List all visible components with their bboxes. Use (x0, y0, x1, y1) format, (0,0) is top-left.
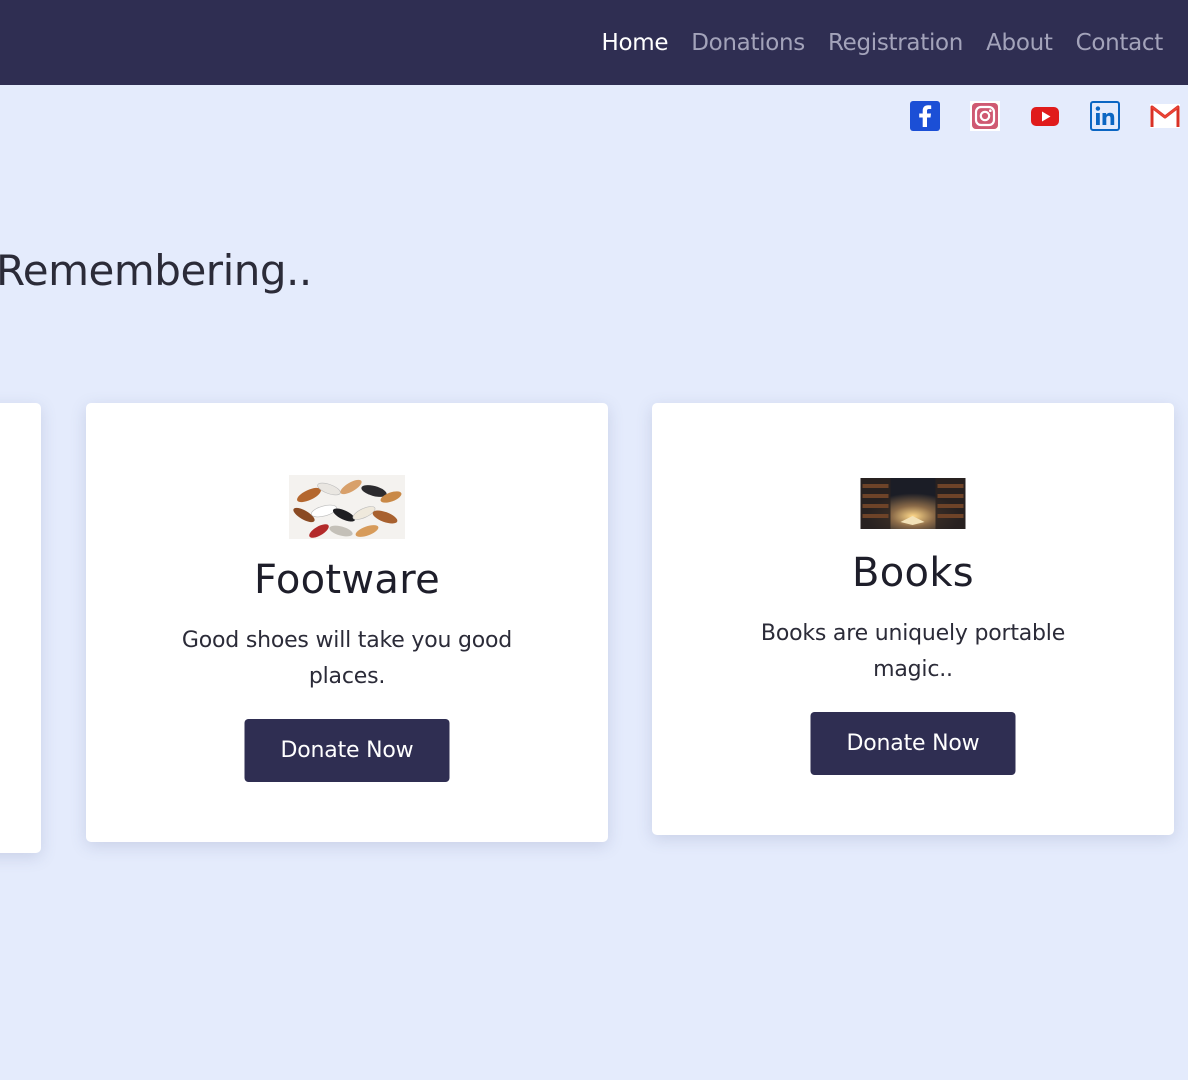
gmail-icon[interactable] (1150, 101, 1180, 131)
top-navbar: Home Donations Registration About Contac… (0, 0, 1188, 85)
books-card: Books Books are uniquely portable magic.… (652, 403, 1174, 835)
nav-about-link[interactable]: About (986, 30, 1053, 56)
nav-links: Home Donations Registration About Contac… (601, 0, 1163, 85)
card-title: Books (852, 550, 974, 596)
linkedin-icon[interactable] (1090, 101, 1120, 131)
nav-home-link[interactable]: Home (601, 30, 668, 56)
page-heading: Remembering.. (0, 246, 312, 295)
footwear-card: Footware Good shoes will take you good p… (86, 403, 608, 842)
nav-donations-link[interactable]: Donations (691, 30, 805, 56)
partial-card (0, 403, 41, 853)
nav-contact-link[interactable]: Contact (1076, 30, 1164, 56)
instagram-icon[interactable] (970, 101, 1000, 131)
card-description: Books are uniquely portable magic.. (760, 621, 1066, 682)
youtube-icon[interactable] (1030, 101, 1060, 131)
nav-registration-link[interactable]: Registration (828, 30, 963, 56)
facebook-icon[interactable] (910, 101, 940, 131)
card-title: Footware (253, 557, 440, 603)
card-description: Good shoes will take you good places. (181, 628, 513, 689)
social-links (910, 101, 1180, 131)
shoes-image (289, 475, 405, 539)
books-image (860, 478, 966, 529)
donate-now-button[interactable]: Donate Now (244, 719, 450, 782)
donate-now-button[interactable]: Donate Now (810, 712, 1016, 775)
